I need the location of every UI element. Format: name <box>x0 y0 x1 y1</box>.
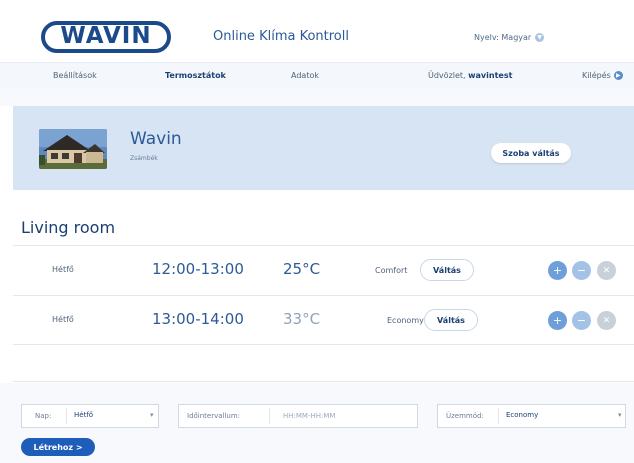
interval-label: Időintervallum: <box>187 412 241 420</box>
field-separator <box>66 408 67 424</box>
main-nav: Beállítások Termosztátok Adatok Üdvözlet… <box>0 62 634 89</box>
interval-field[interactable]: Időintervallum: <box>178 404 507 428</box>
day-value: Hétfő <box>74 411 94 419</box>
room-panel: Wavin Zsámbék Szoba váltás <box>13 106 634 190</box>
new-schedule-form: Nap: Hétfő ▾ Időintervallum: Üzemmód: Ec… <box>0 383 634 463</box>
caret-down-icon: ▾ <box>150 411 154 419</box>
chevron-down-icon[interactable]: ▼ <box>535 33 545 42</box>
logo-text: WAVIN <box>60 23 152 49</box>
row-temperature: 33°C <box>283 310 321 328</box>
schedule-row: Hétfő 12:00-13:00 25°C Comfort Váltás + … <box>13 245 634 295</box>
delete-icon[interactable]: ✕ <box>597 261 616 280</box>
mode-value: Economy <box>506 411 539 419</box>
row-mode: Economy <box>387 316 424 325</box>
row-switch-button[interactable]: Váltás <box>424 309 478 331</box>
app-title: Online Klíma Kontroll <box>213 29 349 44</box>
row-time: 12:00-13:00 <box>152 260 244 278</box>
divider <box>13 381 634 382</box>
row-temperature: 25°C <box>283 260 321 278</box>
row-day: Hétfő <box>52 315 74 324</box>
divider <box>13 344 634 345</box>
house-image <box>39 129 107 169</box>
header: WAVIN Online Klíma Kontroll Nyelv: Magya… <box>0 0 634 62</box>
room-location: Zsámbék <box>130 155 158 162</box>
caret-down-icon: ▾ <box>618 411 622 419</box>
mode-label: Üzemmód: <box>446 412 484 420</box>
schedule-row: Hétfő 13:00-14:00 33°C Economy Váltás + … <box>13 295 634 345</box>
welcome-message: Üdvözlet, wavintest <box>428 71 512 80</box>
mode-select[interactable]: Üzemmód: Economy ▾ <box>437 404 626 428</box>
username: wavintest <box>468 71 513 80</box>
arrow-right-icon: ▶ <box>613 71 623 80</box>
day-label: Nap: <box>35 412 52 420</box>
wavin-logo[interactable]: WAVIN <box>41 21 171 53</box>
nav-settings[interactable]: Beállítások <box>53 71 97 80</box>
room-name: Wavin <box>130 129 182 149</box>
row-switch-button[interactable]: Váltás <box>420 259 474 281</box>
switch-room-button[interactable]: Szoba váltás <box>491 143 571 163</box>
logout-label: Kilépés <box>582 71 611 80</box>
row-time: 13:00-14:00 <box>152 310 244 328</box>
field-separator <box>269 408 270 424</box>
minus-icon[interactable]: − <box>572 311 591 330</box>
minus-icon[interactable]: − <box>572 261 591 280</box>
plus-icon[interactable]: + <box>548 311 567 330</box>
section-title: Living room <box>21 218 116 237</box>
spacer-band <box>0 88 634 106</box>
delete-icon[interactable]: ✕ <box>597 311 616 330</box>
nav-data[interactable]: Adatok <box>291 71 319 80</box>
create-button[interactable]: Létrehoz > <box>21 438 95 456</box>
field-separator <box>498 408 499 424</box>
row-day: Hétfő <box>52 265 74 274</box>
day-select[interactable]: Nap: Hétfő ▾ <box>21 404 159 428</box>
language-label: Nyelv: Magyar <box>474 33 532 42</box>
language-selector[interactable]: Nyelv: Magyar ▼ <box>474 33 545 42</box>
nav-thermostats[interactable]: Termosztátok <box>165 71 226 80</box>
plus-icon[interactable]: + <box>548 261 567 280</box>
logout-link[interactable]: Kilépés ▶ <box>582 71 623 80</box>
row-mode: Comfort <box>375 266 408 275</box>
welcome-prefix: Üdvözlet, <box>428 71 466 80</box>
